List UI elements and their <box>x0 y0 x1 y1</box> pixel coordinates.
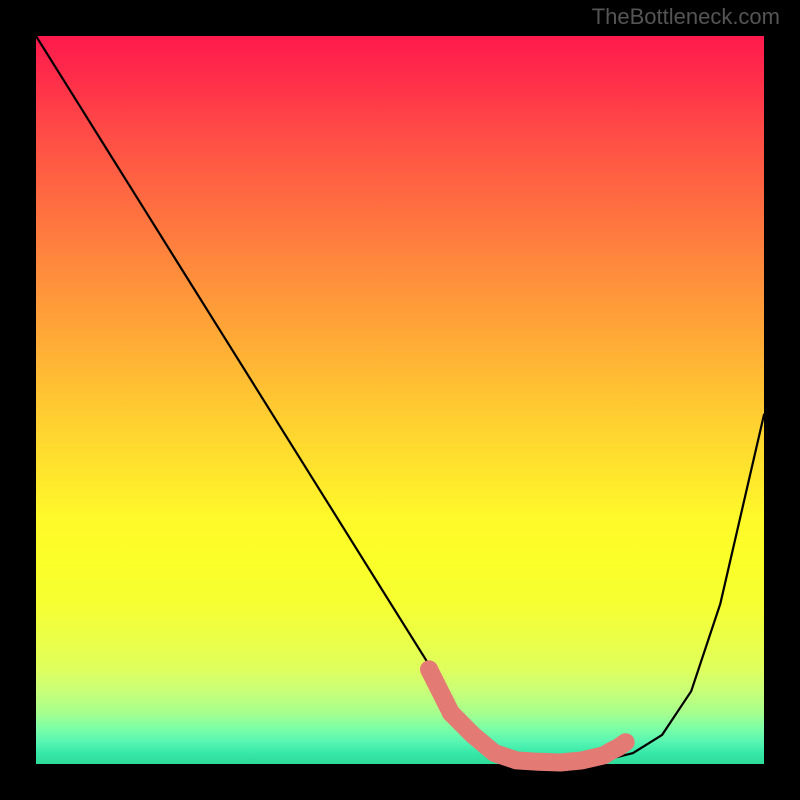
chart-plot-area <box>36 36 764 764</box>
optimal-marker-dot <box>442 704 460 722</box>
chart-svg <box>36 36 764 764</box>
optimal-marker-group <box>420 660 626 762</box>
watermark-text: TheBottleneck.com <box>592 4 780 30</box>
bottleneck-curve <box>36 36 764 763</box>
optimal-marker-dot <box>420 660 438 678</box>
